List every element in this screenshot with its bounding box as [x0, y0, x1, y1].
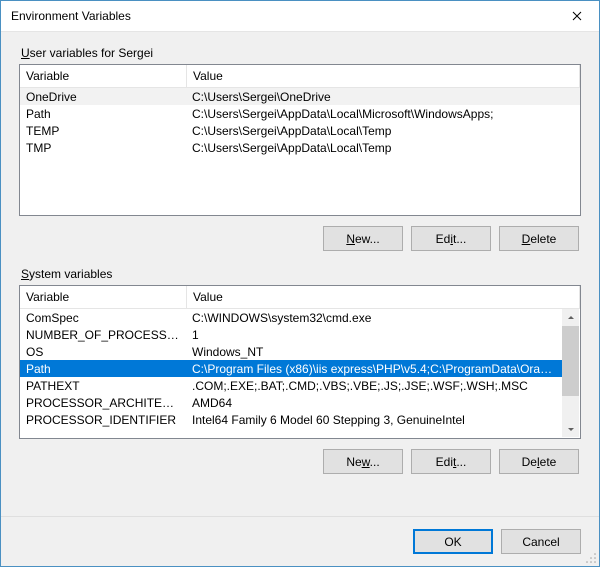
value-cell: .COM;.EXE;.BAT;.CMD;.VBS;.VBE;.JS;.JSE;.… [186, 379, 563, 393]
ok-button[interactable]: OK [413, 529, 493, 554]
scroll-down-button[interactable] [562, 420, 579, 437]
variable-cell: PATHEXT [20, 379, 186, 393]
user-edit-button[interactable]: Edit... [411, 226, 491, 251]
cancel-button[interactable]: Cancel [501, 529, 581, 554]
table-row[interactable]: NUMBER_OF_PROCESSORS1 [20, 326, 563, 343]
system-new-button[interactable]: New... [323, 449, 403, 474]
table-row[interactable]: OSWindows_NT [20, 343, 563, 360]
system-edit-button[interactable]: Edit... [411, 449, 491, 474]
resize-grip[interactable] [585, 552, 597, 564]
column-header-variable[interactable]: Variable [20, 65, 187, 87]
system-buttons: New... Edit... Delete [19, 439, 581, 490]
user-delete-button[interactable]: Delete [499, 226, 579, 251]
chevron-down-icon [567, 425, 575, 433]
resize-grip-icon [585, 552, 597, 564]
variable-cell: TMP [20, 141, 186, 155]
scroll-up-button[interactable] [562, 309, 579, 326]
variable-cell: Path [20, 362, 186, 376]
table-row[interactable]: ComSpecC:\WINDOWS\system32\cmd.exe [20, 309, 563, 326]
table-row[interactable]: TMPC:\Users\Sergei\AppData\Local\Temp [20, 139, 580, 156]
dialog-footer: OK Cancel [1, 516, 599, 566]
value-cell: C:\Users\Sergei\AppData\Local\Temp [186, 124, 580, 138]
column-header-variable[interactable]: Variable [20, 286, 187, 308]
titlebar: Environment Variables [1, 1, 599, 32]
scroll-track[interactable] [562, 326, 579, 420]
value-cell: Windows_NT [186, 345, 563, 359]
user-new-button[interactable]: New... [323, 226, 403, 251]
variable-cell: PROCESSOR_IDENTIFIER [20, 413, 186, 427]
table-row[interactable]: PathC:\Users\Sergei\AppData\Local\Micros… [20, 105, 580, 122]
chevron-up-icon [567, 314, 575, 322]
window-title: Environment Variables [11, 9, 554, 23]
table-row[interactable]: PROCESSOR_ARCHITECTUREAMD64 [20, 394, 563, 411]
system-scrollbar[interactable] [562, 309, 579, 437]
system-variables-label: System variables [21, 267, 581, 281]
table-row[interactable]: TEMPC:\Users\Sergei\AppData\Local\Temp [20, 122, 580, 139]
dialog-content: User variables for Sergei Variable Value… [1, 32, 599, 516]
value-cell: AMD64 [186, 396, 563, 410]
close-button[interactable] [554, 1, 599, 31]
column-header-value[interactable]: Value [187, 286, 580, 308]
table-row[interactable]: PROCESSOR_IDENTIFIERIntel64 Family 6 Mod… [20, 411, 563, 428]
value-cell: C:\Users\Sergei\AppData\Local\Temp [186, 141, 580, 155]
user-variables-label: User variables for Sergei [21, 46, 581, 60]
system-delete-button[interactable]: Delete [499, 449, 579, 474]
user-buttons: New... Edit... Delete [19, 216, 581, 267]
value-cell: C:\Users\Sergei\AppData\Local\Microsoft\… [186, 107, 580, 121]
variable-cell: OS [20, 345, 186, 359]
value-cell: Intel64 Family 6 Model 60 Stepping 3, Ge… [186, 413, 563, 427]
table-row[interactable]: OneDriveC:\Users\Sergei\OneDrive [20, 88, 580, 105]
value-cell: C:\Users\Sergei\OneDrive [186, 90, 580, 104]
variable-cell: TEMP [20, 124, 186, 138]
variable-cell: Path [20, 107, 186, 121]
variable-cell: PROCESSOR_ARCHITECTURE [20, 396, 186, 410]
scroll-thumb[interactable] [562, 326, 579, 396]
variable-cell: NUMBER_OF_PROCESSORS [20, 328, 186, 342]
value-cell: C:\Program Files (x86)\iis express\PHP\v… [186, 362, 563, 376]
user-list-header: Variable Value [20, 65, 580, 88]
value-cell: C:\WINDOWS\system32\cmd.exe [186, 311, 563, 325]
user-variables-list[interactable]: Variable Value OneDriveC:\Users\Sergei\O… [19, 64, 581, 216]
variable-cell: ComSpec [20, 311, 186, 325]
system-variables-list[interactable]: Variable Value ComSpecC:\WINDOWS\system3… [19, 285, 581, 439]
table-row[interactable]: PathC:\Program Files (x86)\iis express\P… [20, 360, 563, 377]
column-header-value[interactable]: Value [187, 65, 580, 87]
variable-cell: OneDrive [20, 90, 186, 104]
value-cell: 1 [186, 328, 563, 342]
close-icon [572, 11, 582, 21]
environment-variables-dialog: Environment Variables User variables for… [0, 0, 600, 567]
table-row[interactable]: PATHEXT.COM;.EXE;.BAT;.CMD;.VBS;.VBE;.JS… [20, 377, 563, 394]
system-list-header: Variable Value [20, 286, 580, 309]
